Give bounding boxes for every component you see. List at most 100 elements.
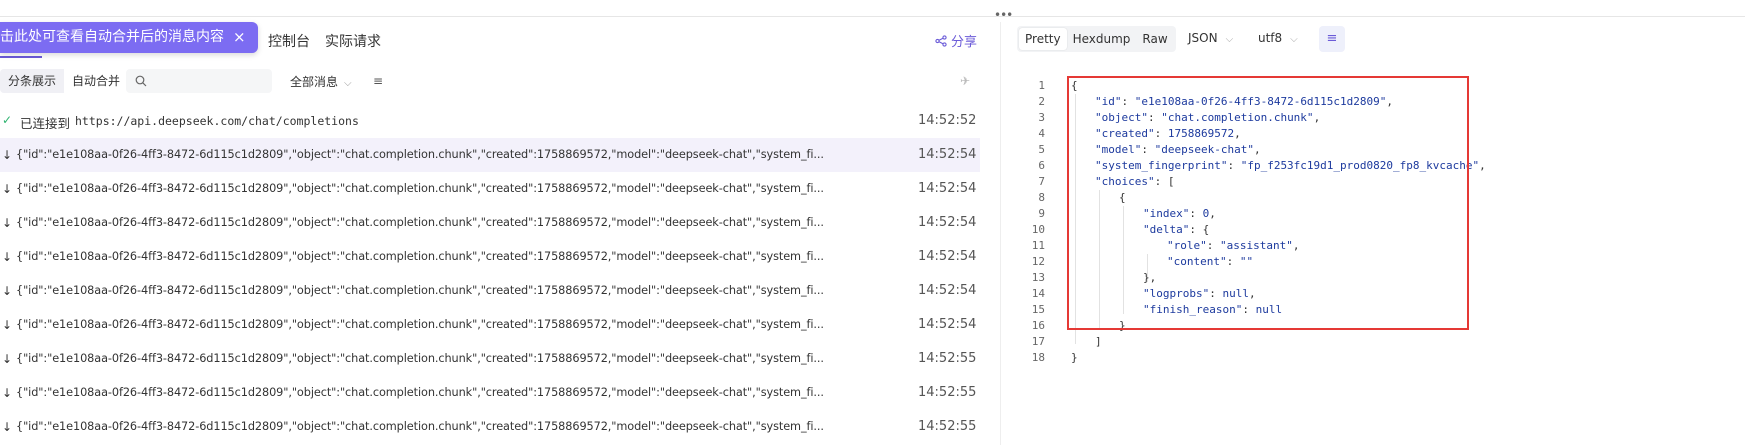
tab-pretty[interactable]: Pretty [1019, 28, 1067, 50]
line-number: 18 [1031, 351, 1045, 364]
format-label: JSON [1188, 31, 1218, 45]
message-toolbar: 分条展示 自动合并 全部消息 ⌵ ≡ ✈ [0, 66, 1000, 96]
arrow-down-icon: ↓ [2, 386, 13, 400]
format-select[interactable]: JSON ⌵ [1188, 31, 1233, 45]
message-text: {"id":"e1e108aa-0f26-4ff3-8472-6d115c1d2… [16, 420, 824, 433]
arrow-down-icon: ↓ [2, 420, 13, 434]
line-number: 17 [1031, 335, 1045, 348]
arrow-down-icon: ↓ [2, 318, 13, 332]
message-text: {"id":"e1e108aa-0f26-4ff3-8472-6d115c1d2… [16, 352, 824, 365]
arrow-down-icon: ↓ [2, 216, 13, 230]
line-number: 1 [1038, 79, 1045, 92]
filter-label: 全部消息 [290, 75, 339, 89]
connected-url: https://api.deepseek.com/chat/completion… [75, 114, 359, 128]
line-number: 3 [1038, 111, 1045, 124]
tab-actual-request[interactable]: 实际请求 [325, 31, 381, 51]
line-number: 5 [1038, 143, 1045, 156]
message-text: {"id":"e1e108aa-0f26-4ff3-8472-6d115c1d2… [16, 250, 824, 263]
active-tab-indicator [0, 56, 42, 58]
check-circle-icon: ✓ [2, 113, 13, 127]
timestamp: 14:52:54 [918, 317, 977, 332]
divider [0, 16, 1745, 17]
share-label: 分享 [951, 35, 978, 50]
highlight-box [1067, 76, 1469, 330]
timestamp: 14:52:55 [918, 351, 977, 366]
json-brace: ] [1095, 335, 1102, 348]
list-item[interactable]: ↓ {"id":"e1e108aa-0f26-4ff3-8472-6d115c1… [0, 376, 980, 410]
line-number: 6 [1038, 159, 1045, 172]
resize-handle-icon[interactable]: ••• [994, 8, 1013, 22]
json-brace: } [1071, 351, 1078, 364]
encoding-select[interactable]: utf8 ⌵ [1258, 31, 1298, 45]
line-number: 7 [1038, 175, 1045, 188]
share-icon [935, 35, 947, 47]
list-item[interactable]: ↓ {"id":"e1e108aa-0f26-4ff3-8472-6d115c1… [0, 410, 980, 444]
chevron-down-icon: ⌵ [1225, 34, 1234, 45]
message-text: {"id":"e1e108aa-0f26-4ff3-8472-6d115c1d2… [16, 182, 824, 195]
line-number: 14 [1031, 287, 1045, 300]
split-view-button[interactable]: 分条展示 [0, 69, 65, 93]
tooltip-text: 击此处可查看自动合并后的消息内容 [0, 29, 224, 45]
sort-icon[interactable]: ≡ [373, 74, 383, 88]
arrow-down-icon: ↓ [2, 284, 13, 298]
tab-console[interactable]: 控制台 [268, 31, 310, 51]
timestamp: 14:52:54 [918, 249, 977, 264]
arrow-down-icon: ↓ [2, 352, 13, 366]
message-detail-panel: Pretty Hexdump Raw JSON ⌵ utf8 ⌵ ≡ 1 2 3 4… [1000, 22, 1745, 445]
message-text: {"id":"e1e108aa-0f26-4ff3-8472-6d115c1d2… [16, 386, 824, 399]
timestamp: 14:52:54 [918, 147, 977, 162]
timestamp: 14:52:54 [918, 215, 977, 230]
timestamp: 14:52:54 [918, 283, 977, 298]
top-bar: ••• [0, 0, 1745, 22]
list-item[interactable]: ↓ {"id":"e1e108aa-0f26-4ff3-8472-6d115c1… [0, 308, 980, 342]
list-item[interactable]: ↓ {"id":"e1e108aa-0f26-4ff3-8472-6d115c1… [0, 240, 980, 274]
message-text: {"id":"e1e108aa-0f26-4ff3-8472-6d115c1d2… [16, 216, 824, 229]
connected-label: 已连接到 [20, 116, 71, 131]
tab-hexdump[interactable]: Hexdump [1067, 28, 1137, 50]
tab-raw[interactable]: Raw [1136, 28, 1173, 50]
message-list: ✓ 已连接到 https://api.deepseek.com/chat/com… [0, 104, 980, 444]
line-number: 15 [1031, 303, 1045, 316]
chevron-down-icon: ⌵ [1290, 34, 1298, 45]
line-number: 9 [1038, 207, 1045, 220]
message-filter-select[interactable]: 全部消息 ⌵ [290, 73, 352, 90]
timestamp: 14:52:55 [918, 385, 977, 400]
auto-merge-button[interactable]: 自动合并 [64, 69, 129, 93]
list-item[interactable]: ↓ {"id":"e1e108aa-0f26-4ff3-8472-6d115c1… [0, 274, 980, 308]
message-list-panel: 击此处可查看自动合并后的消息内容 × 11 控制台 实际请求 分享 分条展示 自… [0, 22, 1000, 445]
list-item[interactable]: ↓ {"id":"e1e108aa-0f26-4ff3-8472-6d115c1… [0, 342, 980, 376]
list-item[interactable]: ↓ {"id":"e1e108aa-0f26-4ff3-8472-6d115c1… [0, 138, 980, 172]
line-number: 11 [1031, 239, 1045, 252]
message-text: {"id":"e1e108aa-0f26-4ff3-8472-6d115c1d2… [16, 148, 824, 161]
timestamp: 14:52:54 [918, 181, 977, 196]
line-number: 4 [1038, 127, 1045, 140]
line-number: 8 [1038, 191, 1045, 204]
line-number: 2 [1038, 95, 1045, 108]
clear-icon[interactable]: ✈ [960, 74, 970, 88]
list-item[interactable]: ↓ {"id":"e1e108aa-0f26-4ff3-8472-6d115c1… [0, 206, 980, 240]
arrow-down-icon: ↓ [2, 148, 13, 162]
line-number: 16 [1031, 319, 1045, 332]
arrow-down-icon: ↓ [2, 250, 13, 264]
chevron-down-icon: ⌵ [344, 78, 352, 89]
close-icon[interactable]: × [233, 22, 246, 53]
message-text: {"id":"e1e108aa-0f26-4ff3-8472-6d115c1d2… [16, 318, 824, 331]
message-text: {"id":"e1e108aa-0f26-4ff3-8472-6d115c1d2… [16, 284, 824, 297]
arrow-down-icon: ↓ [2, 182, 13, 196]
timestamp: 14:52:52 [918, 113, 977, 128]
list-item[interactable]: ✓ 已连接到 https://api.deepseek.com/chat/com… [0, 104, 980, 138]
search-icon [135, 75, 147, 87]
share-button[interactable]: 分享 [935, 31, 977, 50]
list-item[interactable]: ↓ {"id":"e1e108aa-0f26-4ff3-8472-6d115c1… [0, 172, 980, 206]
line-number: 10 [1031, 223, 1045, 236]
panel-tabs: 击此处可查看自动合并后的消息内容 × 11 控制台 实际请求 分享 [0, 22, 1000, 58]
view-tabs: Pretty Hexdump Raw [1017, 26, 1176, 52]
merge-tooltip[interactable]: 击此处可查看自动合并后的消息内容 × [0, 22, 258, 53]
line-number: 12 [1031, 255, 1045, 268]
timestamp: 14:52:55 [918, 419, 977, 434]
view-mode-toggle: 分条展示 自动合并 [0, 69, 129, 93]
encoding-label: utf8 [1258, 31, 1283, 45]
wrap-lines-icon[interactable]: ≡ [1319, 26, 1345, 52]
search-input[interactable] [126, 69, 272, 93]
line-number: 13 [1031, 271, 1045, 284]
